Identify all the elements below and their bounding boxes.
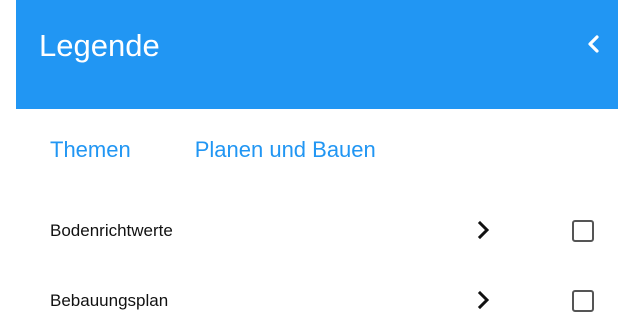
chevron-right-icon[interactable] (474, 288, 494, 312)
layer-label: Bodenrichtwerte (50, 221, 173, 240)
breadcrumb: Themen Planen und Bauen (50, 132, 376, 168)
breadcrumb-item-themen[interactable]: Themen (50, 137, 131, 163)
layer-label: Bebauungsplan (50, 291, 169, 310)
breadcrumb-item-planen-und-bauen[interactable]: Planen und Bauen (195, 137, 376, 163)
layer-checkbox[interactable] (572, 290, 594, 312)
layer-item-bebauungsplan[interactable]: Bebauungsplan (0, 276, 618, 328)
legend-header: Legende (16, 0, 618, 109)
chevron-left-icon[interactable] (581, 31, 605, 57)
layer-checkbox[interactable] (572, 220, 594, 242)
chevron-right-icon[interactable] (474, 218, 494, 242)
legend-title: Legende (39, 28, 160, 63)
layer-item-bodenrichtwerte[interactable]: Bodenrichtwerte (0, 206, 618, 258)
